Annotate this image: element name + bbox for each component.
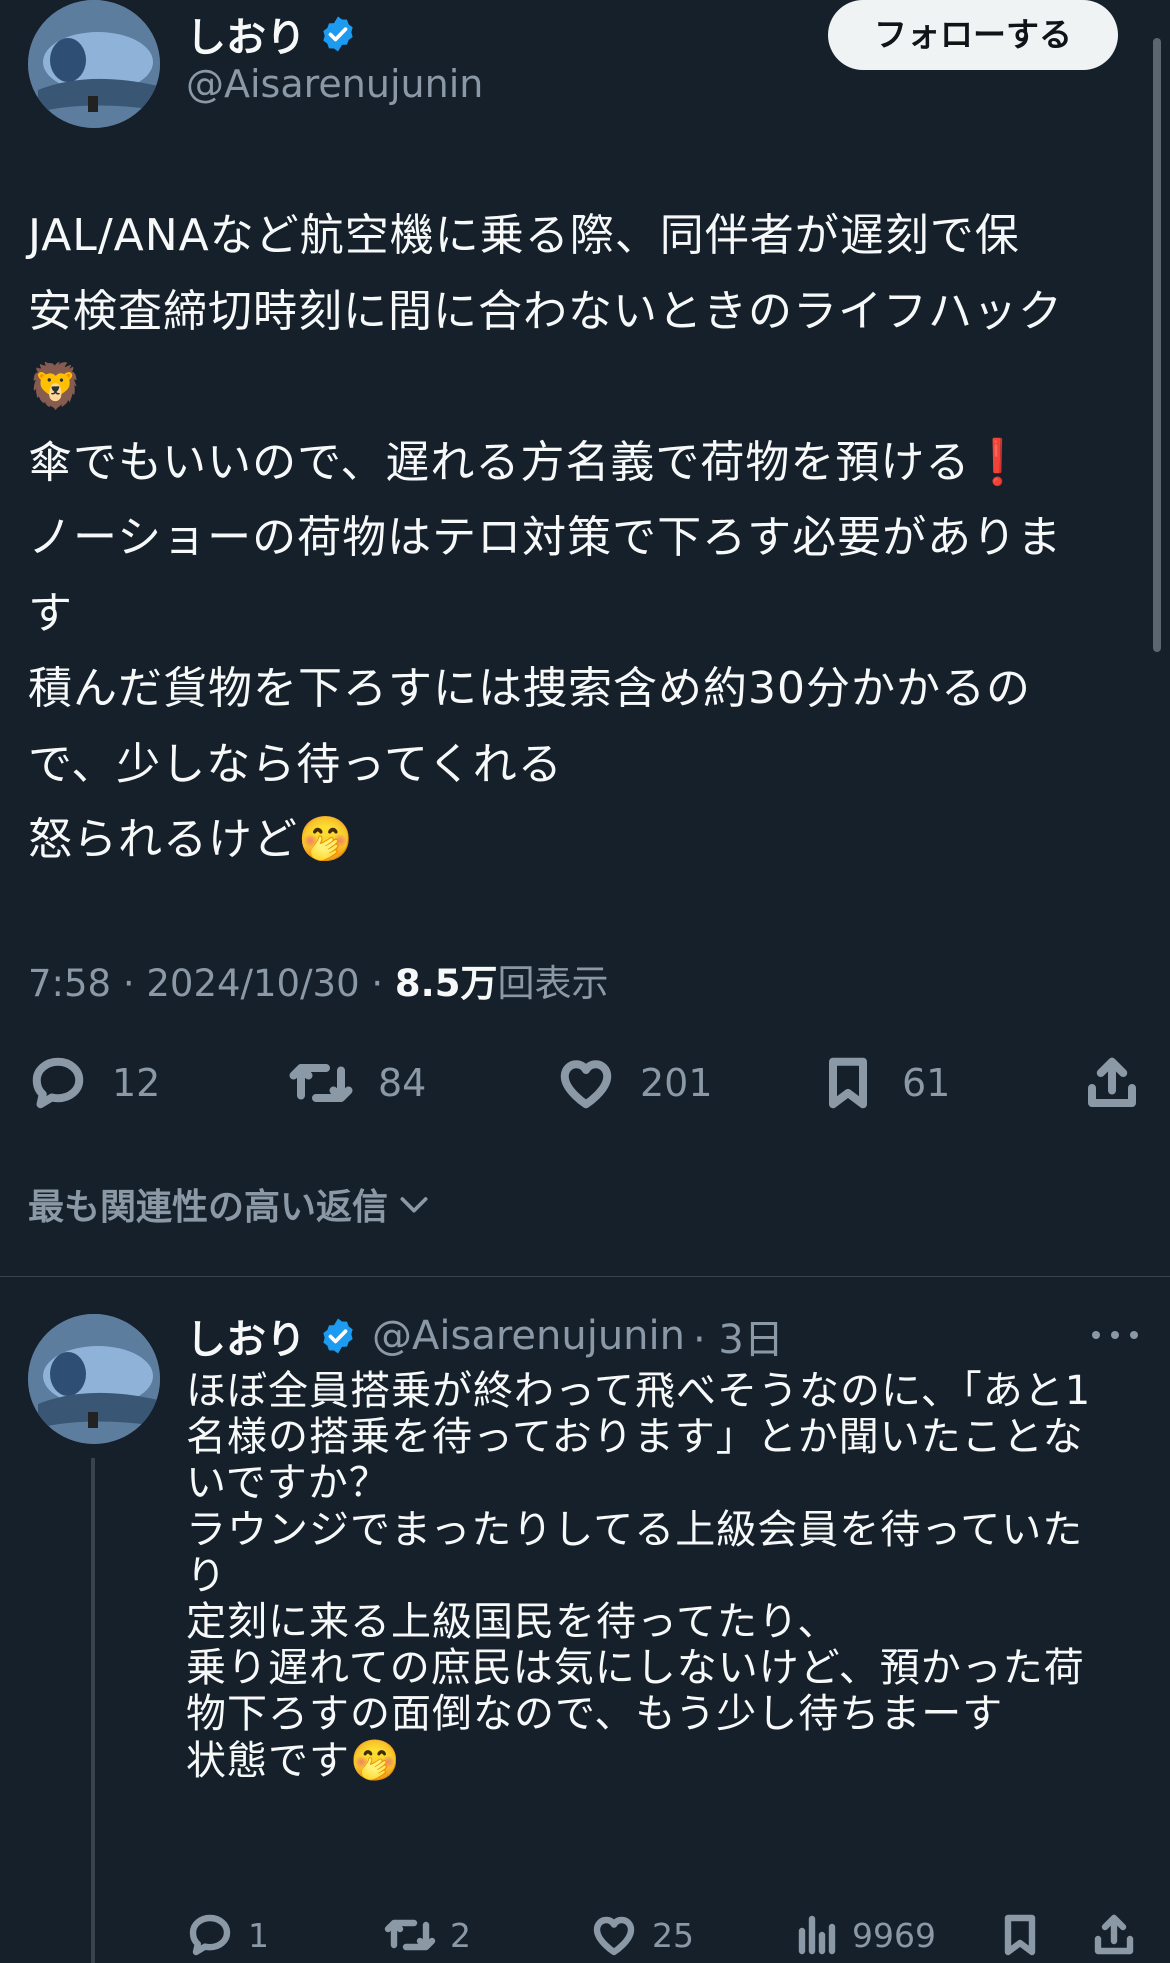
bookmark-count: 61 xyxy=(902,1061,951,1105)
reply-text: ほぼ全員搭乗が終わって飛べそうなのに、「あと1 名様の搭乗を待っております」とか… xyxy=(186,1368,1092,1784)
reply-author-name[interactable]: しおり xyxy=(186,1307,306,1365)
reply-sort-label: 最も関連性の高い返信 xyxy=(28,1187,389,1228)
bookmark-icon xyxy=(829,1057,867,1109)
more-options-icon[interactable] xyxy=(1092,1320,1138,1350)
reply-share-action[interactable] xyxy=(1090,1910,1138,1960)
bookmark-icon xyxy=(1004,1914,1036,1956)
reply-retweet-count: 2 xyxy=(450,1915,471,1955)
reply-reply-count: 1 xyxy=(248,1915,269,1955)
retweet-action[interactable]: 84 xyxy=(288,1048,426,1118)
reply-header: しおり @Aisarenujunin · 3日 xyxy=(186,1308,784,1364)
follow-button[interactable]: フォローする xyxy=(828,0,1118,70)
reply-bookmark-action[interactable] xyxy=(996,1910,1044,1960)
thread-connector-line xyxy=(91,1458,95,1963)
airplane-avatar-image xyxy=(28,0,160,128)
reply-icon xyxy=(32,1057,84,1109)
author-name-row: しおり xyxy=(186,5,358,63)
reply-sort-dropdown[interactable]: 最も関連性の高い返信 xyxy=(28,1178,434,1230)
reply-action[interactable]: 12 xyxy=(28,1048,160,1118)
share-action[interactable] xyxy=(1082,1048,1142,1118)
retweet-icon xyxy=(384,1919,436,1951)
verified-badge-icon xyxy=(323,1318,353,1354)
share-icon xyxy=(1094,1914,1134,1955)
share-icon xyxy=(1088,1057,1136,1107)
reply-age[interactable]: · 3日 xyxy=(693,1307,784,1365)
like-count: 201 xyxy=(640,1061,713,1105)
like-action[interactable]: 201 xyxy=(556,1048,713,1118)
tweet-view-label: 回表示 xyxy=(497,962,609,1005)
reply-reply-action[interactable]: 1 xyxy=(186,1910,269,1960)
author-name[interactable]: しおり xyxy=(186,5,306,63)
scrollbar-thumb[interactable] xyxy=(1153,38,1161,652)
reply-retweet-action[interactable]: 2 xyxy=(384,1910,471,1960)
reply-author-handle[interactable]: @Aisarenujunin xyxy=(372,1313,685,1359)
heart-icon xyxy=(593,1916,635,1956)
retweet-count: 84 xyxy=(378,1061,427,1105)
tweet-meta: 7:58 · 2024/10/30 · 8.5万回表示 xyxy=(28,953,608,1007)
verified-badge-icon xyxy=(323,16,353,52)
author-avatar[interactable] xyxy=(28,0,160,128)
bookmark-action[interactable]: 61 xyxy=(818,1048,950,1118)
reply-icon xyxy=(189,1914,231,1956)
analytics-icon xyxy=(798,1915,836,1955)
tweet-text: JAL/ANAなど航空機に乗る際、同伴者が遅刻で保 安検査締切時刻に間に合わない… xyxy=(28,210,1063,865)
tweet-view-count: 8.5万 xyxy=(394,962,498,1005)
tweet-timestamp[interactable]: 7:58 · 2024/10/30 · xyxy=(28,962,395,1005)
reply-views-action[interactable]: 9969 xyxy=(794,1910,936,1960)
airplane-avatar-image xyxy=(28,1314,160,1444)
retweet-icon xyxy=(289,1064,353,1102)
reply-like-action[interactable]: 25 xyxy=(590,1910,694,1960)
author-handle[interactable]: @Aisarenujunin xyxy=(186,62,483,106)
reply-author-avatar[interactable] xyxy=(28,1314,160,1444)
section-divider xyxy=(0,1276,1170,1277)
reply-like-count: 25 xyxy=(652,1915,694,1955)
chevron-down-icon xyxy=(400,1197,428,1213)
heart-icon xyxy=(560,1060,612,1109)
reply-count: 12 xyxy=(112,1061,161,1105)
reply-view-count: 9969 xyxy=(852,1915,936,1955)
